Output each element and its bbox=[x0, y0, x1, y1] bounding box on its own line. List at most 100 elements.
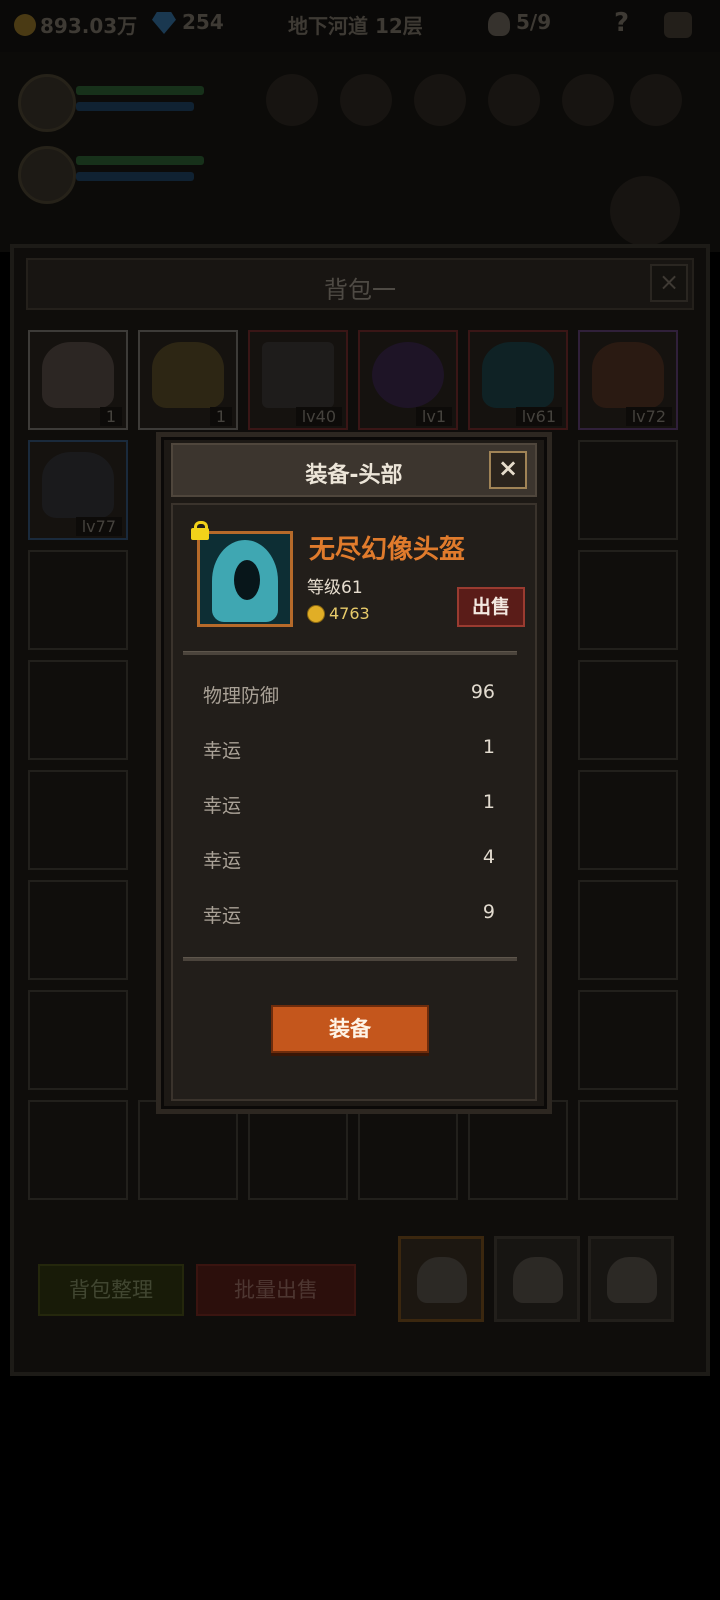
inventory-slot-empty[interactable] bbox=[578, 990, 678, 1090]
location-label: 地下河道 12层 bbox=[288, 14, 423, 38]
divider bbox=[183, 651, 517, 655]
armor-icon bbox=[42, 452, 114, 518]
sell-button[interactable]: 出售 bbox=[457, 587, 525, 627]
close-icon: × bbox=[658, 268, 680, 296]
enemy-icon bbox=[414, 74, 466, 126]
inventory-slot-empty[interactable] bbox=[468, 1100, 568, 1200]
backpack-tab-3[interactable] bbox=[588, 1236, 674, 1322]
inventory-slot[interactable]: lv77 bbox=[28, 440, 128, 540]
equipment-dialog: 装备-头部 × 无尽幻像头盔 等级61 4763 出售 物理防御 96 幸运 1 bbox=[156, 432, 552, 1114]
inventory-slot-empty[interactable] bbox=[28, 880, 128, 980]
stat-value: 1 bbox=[482, 736, 495, 758]
slot-level: lv40 bbox=[295, 407, 342, 426]
inventory-slot-empty[interactable] bbox=[578, 550, 678, 650]
sort-backpack-button[interactable]: 背包整理 bbox=[38, 1264, 184, 1316]
beer-mug-icon bbox=[152, 342, 224, 408]
slot-level: lv61 bbox=[515, 407, 562, 426]
slot-quantity: 1 bbox=[209, 407, 232, 426]
enemy-icon bbox=[266, 74, 318, 126]
stat-label: 物理防御 bbox=[203, 685, 280, 707]
inventory-slot-empty[interactable] bbox=[138, 1100, 238, 1200]
hero-hp-bar bbox=[76, 156, 204, 165]
enemy-icon bbox=[562, 74, 614, 126]
dialog-header: 装备-头部 × bbox=[171, 443, 537, 497]
backpack-icon bbox=[513, 1257, 563, 1303]
backpack-close-button[interactable]: × bbox=[650, 264, 688, 302]
gem-amount: 254 bbox=[182, 10, 224, 34]
gold-amount: 893.03万 bbox=[40, 14, 138, 38]
backpack-tab-2[interactable] bbox=[494, 1236, 580, 1322]
hero-mp-bar bbox=[76, 172, 194, 181]
inventory-slot[interactable]: 1 bbox=[28, 330, 128, 430]
gem-icon bbox=[152, 12, 176, 34]
stat-value: 4 bbox=[482, 846, 495, 868]
dialog-body: 无尽幻像头盔 等级61 4763 出售 物理防御 96 幸运 1 幸运 1 幸运… bbox=[171, 503, 537, 1101]
item-portrait bbox=[197, 531, 293, 627]
inventory-slot-empty[interactable] bbox=[28, 660, 128, 760]
stat-value: 1 bbox=[482, 791, 495, 813]
stat-value: 9 bbox=[482, 901, 495, 923]
inventory-slot[interactable]: lv40 bbox=[248, 330, 348, 430]
shield-icon bbox=[262, 342, 334, 408]
enemy-icon bbox=[630, 74, 682, 126]
item-name: 无尽幻像头盔 bbox=[309, 535, 466, 565]
coin-icon bbox=[14, 14, 36, 36]
cake-icon bbox=[42, 342, 114, 408]
inventory-slot-empty[interactable] bbox=[578, 880, 678, 980]
inventory-slot-empty[interactable] bbox=[248, 1100, 348, 1200]
inventory-slot-empty[interactable] bbox=[578, 660, 678, 760]
inventory-slot-empty[interactable] bbox=[578, 770, 678, 870]
equip-button[interactable]: 装备 bbox=[271, 1005, 429, 1053]
bulk-sell-button[interactable]: 批量出售 bbox=[196, 1264, 356, 1316]
divider bbox=[183, 957, 517, 961]
inventory-slot-empty[interactable] bbox=[28, 770, 128, 870]
stat-label: 幸运 bbox=[203, 740, 242, 762]
stat-row: 幸运 9 bbox=[203, 901, 495, 931]
hero-avatar bbox=[18, 74, 76, 132]
skull-icon bbox=[488, 12, 510, 36]
battle-scene bbox=[0, 52, 720, 252]
inventory-slot-empty[interactable] bbox=[578, 1100, 678, 1200]
stat-label: 幸运 bbox=[203, 905, 242, 927]
stat-row: 物理防御 96 bbox=[203, 681, 495, 711]
stat-row: 幸运 1 bbox=[203, 791, 495, 821]
top-hud: 893.03万 254 地下河道 12层 5/9 ? bbox=[0, 0, 720, 52]
hero-hp-bar bbox=[76, 86, 204, 95]
settings-icon[interactable] bbox=[664, 12, 692, 38]
inventory-slot-empty[interactable] bbox=[578, 440, 678, 540]
dialog-close-button[interactable]: × bbox=[489, 451, 527, 489]
inventory-slot-empty[interactable] bbox=[28, 550, 128, 650]
helmet-icon bbox=[592, 342, 664, 408]
inventory-slot[interactable]: lv72 bbox=[578, 330, 678, 430]
inventory-slot-empty[interactable] bbox=[28, 1100, 128, 1200]
stat-label: 幸运 bbox=[203, 850, 242, 872]
hood-icon bbox=[212, 540, 278, 622]
stat-row: 幸运 1 bbox=[203, 736, 495, 766]
backpack-icon bbox=[417, 1257, 467, 1303]
slot-quantity: 1 bbox=[99, 407, 122, 426]
stat-label: 幸运 bbox=[203, 795, 242, 817]
enemy-icon bbox=[488, 74, 540, 126]
slot-level: lv77 bbox=[75, 517, 122, 536]
item-level: 等级61 bbox=[307, 578, 363, 598]
stat-value: 96 bbox=[470, 681, 495, 703]
inventory-slot[interactable]: lv61 bbox=[468, 330, 568, 430]
backpack-tab-1[interactable] bbox=[398, 1236, 484, 1322]
inventory-slot[interactable]: lv1 bbox=[358, 330, 458, 430]
coin-icon bbox=[307, 605, 325, 623]
boss-icon bbox=[610, 176, 680, 246]
help-icon[interactable]: ? bbox=[614, 8, 629, 38]
slot-level: lv1 bbox=[415, 407, 452, 426]
hero-mp-bar bbox=[76, 102, 194, 111]
backpack-title: 背包一 bbox=[324, 276, 396, 304]
ring-icon bbox=[372, 342, 444, 408]
inventory-slot-empty[interactable] bbox=[28, 990, 128, 1090]
stat-row: 幸运 4 bbox=[203, 846, 495, 876]
lock-icon[interactable] bbox=[191, 521, 209, 540]
close-icon: × bbox=[497, 454, 519, 482]
item-price: 4763 bbox=[329, 604, 370, 623]
inventory-slot[interactable]: 1 bbox=[138, 330, 238, 430]
inventory-slot-empty[interactable] bbox=[358, 1100, 458, 1200]
dialog-title: 装备-头部 bbox=[305, 463, 403, 488]
enemy-icon bbox=[340, 74, 392, 126]
